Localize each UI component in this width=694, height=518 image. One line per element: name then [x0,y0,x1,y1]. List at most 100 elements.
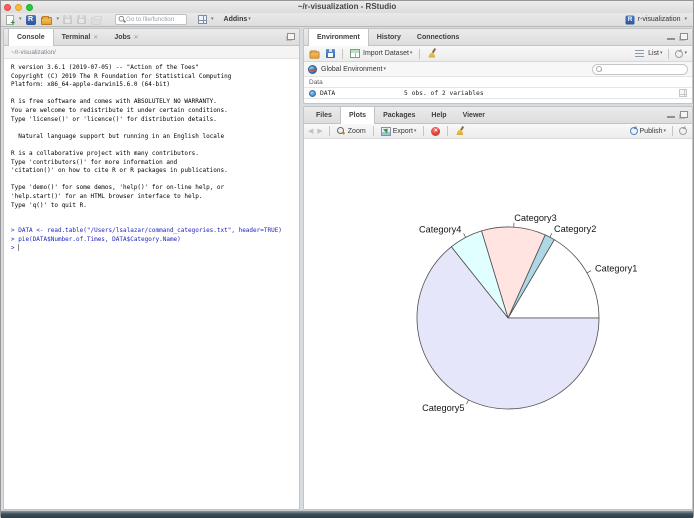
console-line: Type 'demo()' for some demos, 'help()' f… [11,184,299,193]
remove-plot-icon [431,127,440,136]
goto-file-input[interactable] [126,16,184,23]
new-project-button[interactable]: R [25,14,37,26]
view-data-icon[interactable] [679,89,687,97]
tab-console-label: Console [17,34,45,41]
print-button[interactable] [90,14,102,26]
tab-help[interactable]: Help [423,107,454,123]
pane-layout-caret-icon[interactable]: ▾ [211,17,214,22]
clear-plots-button[interactable] [454,125,466,137]
tab-viewer[interactable]: Viewer [455,107,493,123]
open-file-button[interactable] [40,14,53,26]
pie-label: Category5 [422,403,464,413]
export-icon [381,127,391,136]
environment-maximize-icon[interactable] [680,33,688,40]
goto-file-box [115,14,187,25]
list-view-button[interactable]: List ▾ [647,48,663,60]
console-line: > DATA <- read.table("/Users/lsalazar/co… [11,227,299,236]
refresh-icon [679,127,687,135]
plots-minimize-icon[interactable] [667,111,675,118]
environment-search-input[interactable] [605,66,685,73]
import-dataset-icon [350,49,360,58]
search-icon [596,66,603,73]
tab-terminal[interactable]: Terminal✕ [54,29,107,45]
console-line [11,90,299,99]
console-line [11,210,299,219]
remove-plot-button[interactable] [430,125,441,137]
project-caret-icon: ▾ [684,17,687,22]
load-workspace-button[interactable] [308,48,321,60]
tab-terminal-close-icon[interactable]: ✕ [93,34,98,41]
tab-jobs[interactable]: Jobs✕ [106,29,146,45]
plot-area: Category1Category2Category3Category4Cate… [304,139,692,510]
previous-plot-button[interactable]: ◀ [308,127,313,135]
plots-maximize-icon[interactable] [680,111,688,118]
console-maximize-icon[interactable] [287,33,295,40]
console-line: R is free software and comes with ABSOLU… [11,98,299,107]
tab-history-label: History [377,34,401,41]
tab-help-label: Help [431,112,446,119]
project-icon: R [625,15,634,24]
list-view-icon [635,50,644,58]
save-workspace-icon [326,49,335,58]
dataframe-icon [309,90,316,97]
import-dataset-button[interactable]: Import Dataset ▾ [349,48,413,60]
environment-toolbar: Import Dataset ▾ List ▾ ▾ [304,46,692,62]
main-toolbar: ▾ R ▾ ▾ Addins ▾ R r-visualization ▾ [1,13,693,27]
tab-plots-label: Plots [349,112,366,119]
zoom-plot-button[interactable]: Zoom [336,125,367,137]
export-caret-icon: ▾ [414,129,417,134]
console-line: Type 'license()' or 'licence()' for dist… [11,116,299,125]
publish-button[interactable]: Publish ▾ [629,125,667,137]
addins-button[interactable]: Addins ▾ [223,14,252,26]
broom-icon [427,48,437,59]
clear-environment-button[interactable] [426,48,438,60]
plots-pane: Files Plots Packages Help Viewer ◀ ▶ Zoo… [303,106,693,510]
console-line: You are welcome to redistribute it under… [11,107,299,116]
pane-layout-icon[interactable] [198,15,207,24]
divider [373,126,374,136]
save-all-button[interactable] [76,14,87,26]
save-button[interactable] [62,14,73,26]
pie-label-tick [550,233,552,237]
load-workspace-icon [310,51,320,58]
environment-scope-button[interactable]: Global Environment ▾ [320,63,387,75]
tab-jobs-close-icon[interactable]: ✕ [134,34,139,41]
tab-files[interactable]: Files [308,107,340,123]
environment-tabbar: Environment History Connections [304,29,692,46]
console-line: 'citation()' on how to cite R or R packa… [11,167,299,176]
tab-environment[interactable]: Environment [308,29,369,46]
console-line: Platform: x86_64-apple-darwin15.6.0 (64-… [11,81,299,90]
project-menu-button[interactable]: R r-visualization ▾ [625,15,687,25]
divider [672,126,673,136]
global-environment-icon [308,65,317,74]
divider [342,49,343,59]
tab-packages[interactable]: Packages [375,107,423,123]
export-plot-button[interactable]: Export ▾ [380,125,418,137]
save-workspace-button[interactable] [325,48,336,60]
working-directory-label: ~/r-visualization/ [11,49,56,56]
environment-minimize-icon[interactable] [667,33,675,40]
tab-connections-label: Connections [417,34,459,41]
pie-label: Category2 [554,224,596,234]
new-file-caret-icon[interactable]: ▾ [19,17,22,22]
tab-viewer-label: Viewer [463,112,485,119]
refresh-environment-button[interactable]: ▾ [674,48,688,60]
new-file-button[interactable] [5,14,15,26]
next-plot-button[interactable]: ▶ [317,127,322,135]
pie-label-tick [464,233,466,237]
plots-tabbar: Files Plots Packages Help Viewer [304,107,692,124]
tab-files-label: Files [316,112,332,119]
tab-history[interactable]: History [369,29,409,45]
open-recent-caret-icon[interactable]: ▾ [57,17,60,22]
tab-console[interactable]: Console [8,29,54,46]
publish-icon [630,127,638,135]
environment-object-row[interactable]: DATA 5 obs. of 2 variables [304,87,692,99]
project-name-label: r-visualization [638,16,681,23]
tab-connections[interactable]: Connections [409,29,467,45]
titlebar: ~/r-visualization - RStudio [1,1,693,13]
tab-plots[interactable]: Plots [340,107,375,124]
pie-label-tick [467,400,469,404]
refresh-plot-button[interactable] [678,125,688,137]
console-line [11,124,299,133]
import-dataset-caret-icon: ▾ [410,51,413,56]
